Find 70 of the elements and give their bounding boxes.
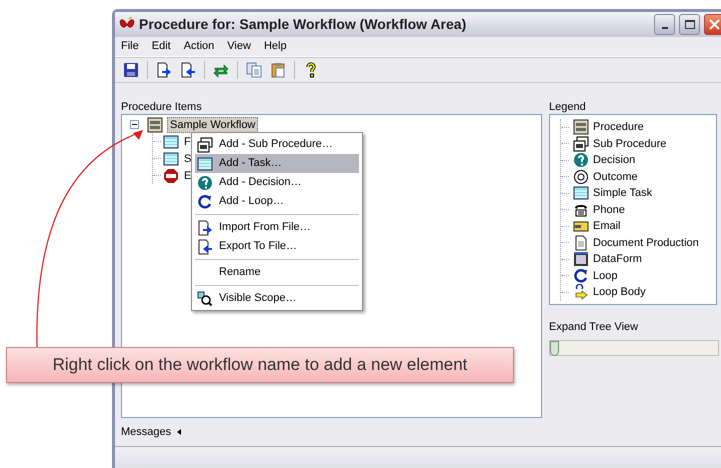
save-icon xyxy=(123,62,139,78)
slider-thumb[interactable] xyxy=(550,340,559,356)
maximize-button[interactable] xyxy=(679,14,700,35)
menu-item[interactable]: File xyxy=(121,38,139,55)
close-button[interactable] xyxy=(704,14,721,35)
copy-icon xyxy=(246,62,262,78)
menu-item[interactable]: Edit xyxy=(152,38,171,55)
context-menu-item[interactable]: Add - Loop… xyxy=(195,192,359,211)
slider-label: Expand Tree View xyxy=(549,320,640,335)
import-icon xyxy=(156,62,172,78)
tree-item[interactable]: E xyxy=(181,168,194,184)
export-icon xyxy=(197,238,213,254)
minimize-button[interactable] xyxy=(654,14,675,35)
copy-button[interactable] xyxy=(244,60,264,80)
tree-item[interactable]: F xyxy=(181,134,194,150)
menu-item[interactable]: View xyxy=(227,38,251,55)
collapse-arrow-icon xyxy=(177,429,182,436)
legend-item: Document Production xyxy=(593,236,699,250)
striped-card-icon xyxy=(197,156,213,172)
panel-label: Procedure Items xyxy=(121,100,203,114)
question-icon xyxy=(573,152,589,168)
tree-item[interactable]: Sample Workflow xyxy=(167,116,258,132)
magnifier-icon xyxy=(197,290,213,306)
context-menu-item[interactable]: Import From File… xyxy=(195,218,359,237)
context-menu-item[interactable]: Export To File… xyxy=(195,237,359,256)
save-button[interactable] xyxy=(121,60,141,80)
stacked-folders-icon xyxy=(573,136,589,152)
cabinet-icon xyxy=(147,116,163,132)
legend-item: Simple Task xyxy=(593,186,652,201)
stacked-folders-icon xyxy=(197,136,213,152)
question-icon xyxy=(197,174,213,190)
menu-item[interactable]: Action xyxy=(184,38,214,55)
loop-icon xyxy=(573,268,589,284)
context-menu-item[interactable]: Add - Sub Procedure… xyxy=(195,135,359,154)
cabinet-icon xyxy=(573,119,589,136)
striped-card-icon xyxy=(163,134,179,150)
swap-arrows-icon xyxy=(213,62,229,78)
legend-item: Procedure xyxy=(593,120,644,135)
paste-icon xyxy=(270,62,286,78)
context-menu-item[interactable]: Add - Decision… xyxy=(195,173,359,192)
legend-item: DataForm xyxy=(593,252,642,267)
menu-item[interactable]: Help xyxy=(264,38,287,55)
legend-item: Outcome xyxy=(593,170,638,184)
striped-card-icon xyxy=(163,150,179,166)
export-icon xyxy=(180,62,196,78)
window-title: Procedure for: Sample Workflow (Workflow Area) xyxy=(139,15,466,34)
document-icon xyxy=(573,234,589,251)
legend-item: Email xyxy=(593,219,621,234)
loop-arrow-icon xyxy=(573,284,589,300)
close-icon xyxy=(709,19,720,30)
context-menu-item[interactable]: Add - Task… xyxy=(195,154,359,173)
slider-track[interactable] xyxy=(549,340,719,356)
striped-card-icon xyxy=(573,185,589,202)
tree-item[interactable]: S xyxy=(181,150,194,166)
legend-item: Phone xyxy=(593,202,625,218)
panel-label: Legend xyxy=(549,100,587,114)
import-icon xyxy=(197,220,213,236)
legend-item: Sub Procedure xyxy=(593,136,666,152)
context-menu-item[interactable]: Rename xyxy=(195,263,359,282)
legend-item: Loop xyxy=(593,268,618,284)
loop-icon xyxy=(197,194,213,210)
collapse-toggle[interactable] xyxy=(130,120,139,129)
callout-banner: Right click on the workflow name to add a new element xyxy=(6,347,514,383)
ring-icon xyxy=(573,168,589,185)
legend-item: Decision xyxy=(593,153,636,168)
messages-label: Messages xyxy=(121,424,172,440)
stop-sign-icon xyxy=(163,168,179,184)
context-menu-item[interactable]: Visible Scope… xyxy=(195,289,359,308)
legend-item: Loop Body xyxy=(593,285,646,300)
form-icon xyxy=(573,251,589,268)
